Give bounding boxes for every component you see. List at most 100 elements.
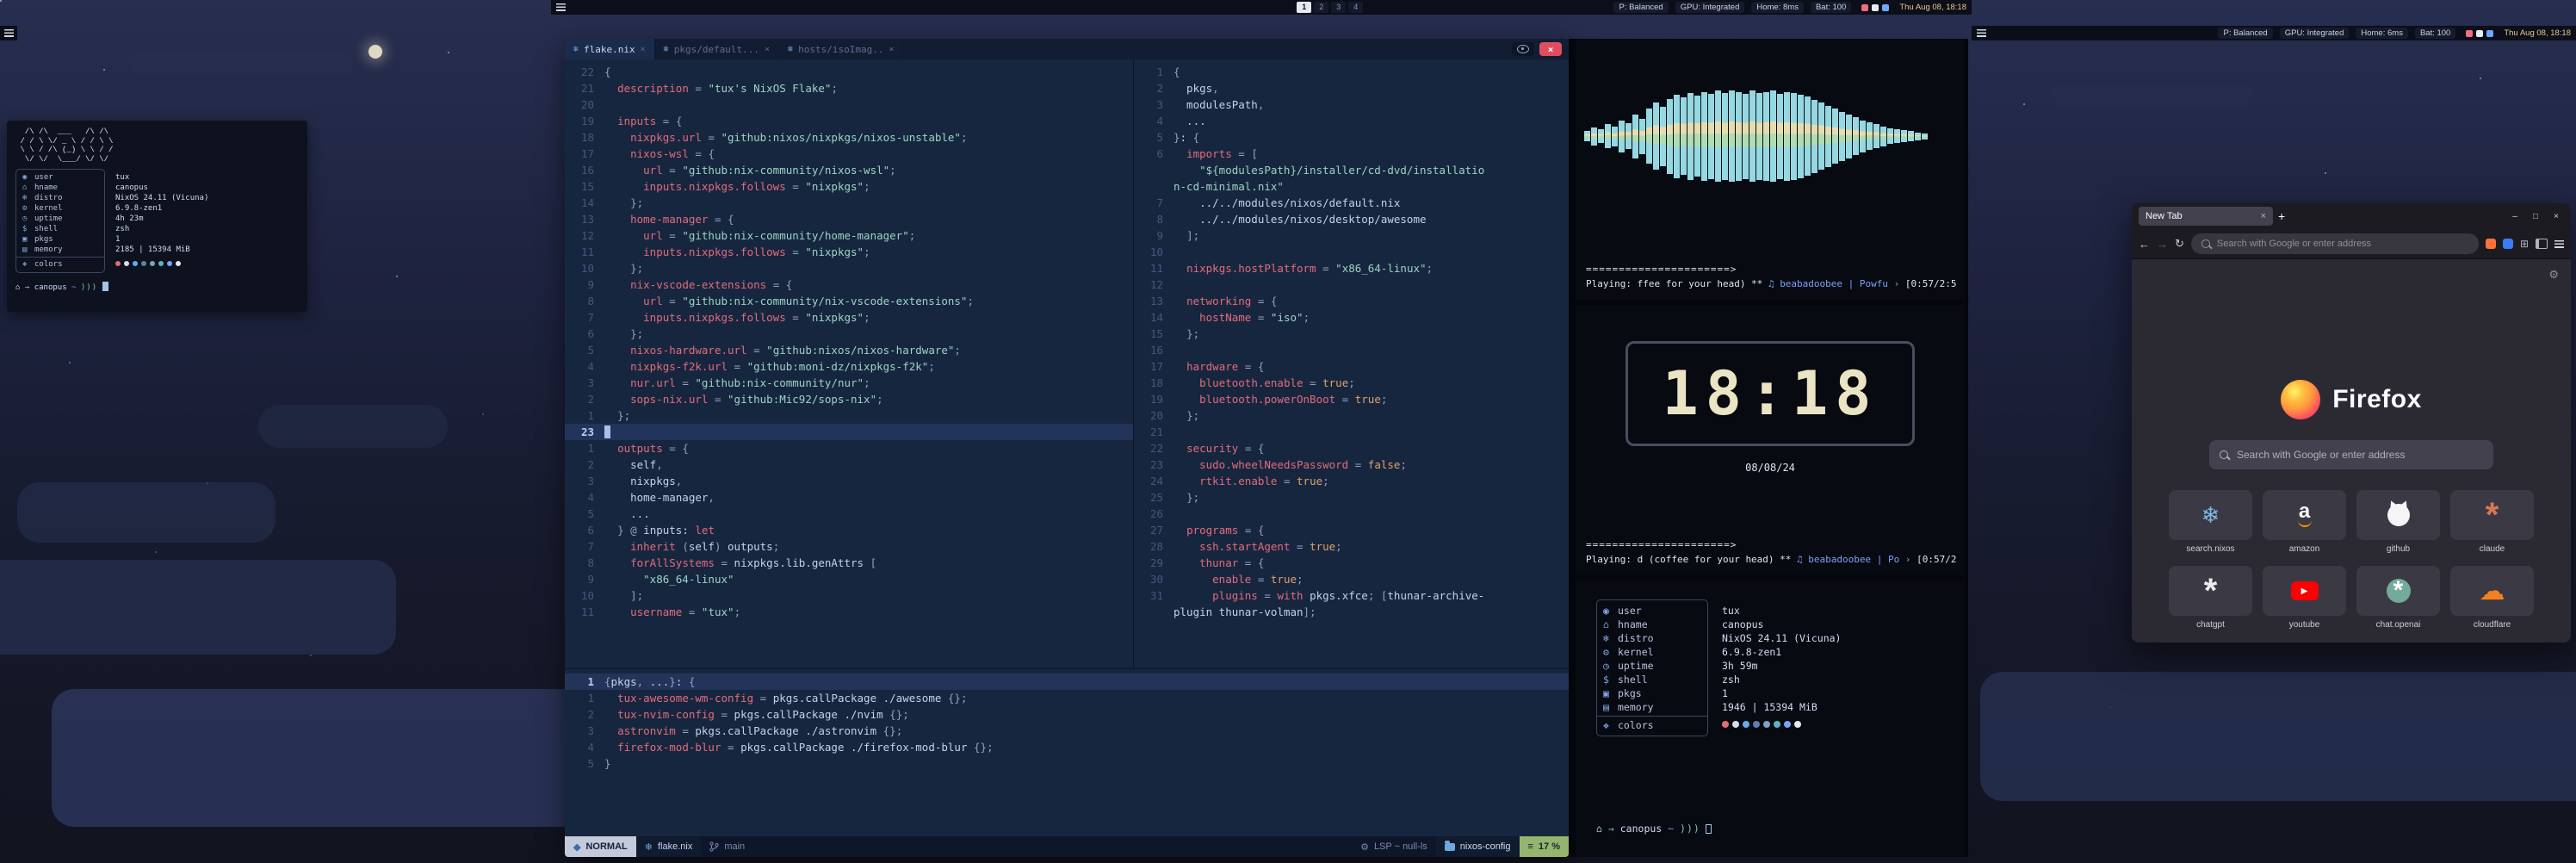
code-line: 27 programs = {	[1134, 522, 1569, 538]
tab-close-icon[interactable]: ×	[765, 45, 770, 54]
shortcut-chat-openai[interactable]: chat.openai	[2356, 566, 2440, 630]
line-number: 6	[565, 522, 604, 538]
close-button[interactable]: ×	[2548, 212, 2564, 221]
shortcut-label: chatgpt	[2169, 620, 2252, 630]
window-close-button[interactable]: ×	[1539, 42, 1562, 56]
tray-icon[interactable]	[2476, 30, 2483, 37]
line-number: 20	[1134, 407, 1173, 424]
tab-close-icon[interactable]: ×	[2261, 211, 2266, 221]
minimize-button[interactable]: –	[2507, 212, 2523, 221]
wave-column	[1605, 124, 1611, 148]
code-line: 11 username = "tux";	[565, 604, 1133, 620]
line-number: 18	[1134, 375, 1173, 391]
toggle-visibility-button[interactable]	[1512, 42, 1534, 56]
extensions-puzzle-icon[interactable]: ⊞	[2520, 238, 2529, 250]
line-number: 13	[1134, 293, 1173, 309]
bar-stat: Bat: 100	[2415, 28, 2455, 39]
line-number: 1	[565, 690, 604, 706]
newtab-search-input[interactable]: Search with Google or enter address	[2209, 440, 2493, 469]
personalize-gear-icon[interactable]: ⚙	[2548, 268, 2559, 282]
sidebar-icon[interactable]	[2536, 239, 2548, 249]
line-number: 1	[565, 674, 604, 690]
cursor	[604, 425, 610, 438]
back-button[interactable]: ←	[2139, 238, 2150, 251]
terminal-cursor	[102, 282, 108, 291]
info-row: ◉user	[1597, 604, 1707, 618]
firefox-window: New Tab × + – □ × ← → ↻ Search with Goog…	[2132, 203, 2571, 643]
info-value: canopus	[1722, 618, 1841, 631]
shortcut-chatgpt[interactable]: chatgpt	[2169, 566, 2252, 630]
line-number: 21	[1134, 424, 1173, 440]
menu-icon[interactable]	[4, 29, 14, 37]
line-number: 23	[1134, 456, 1173, 473]
code-line: 9 "x86_64-linux"	[565, 571, 1133, 587]
line-number: 22	[565, 64, 604, 80]
extension-icon[interactable]	[2486, 239, 2496, 249]
color-dot	[167, 261, 172, 266]
line-number: 24	[1134, 473, 1173, 489]
shortcut-amazon[interactable]: amazon	[2263, 490, 2346, 554]
memory-icon: ▤	[1603, 701, 1618, 713]
extension-icon[interactable]	[2503, 239, 2513, 249]
tray-icon[interactable]	[2486, 30, 2493, 37]
shortcut-cloudflare[interactable]: cloudflare	[2450, 566, 2534, 630]
wave-column	[1694, 96, 1700, 177]
workspace-2[interactable]: 2	[1314, 2, 1328, 13]
info-value: tux	[115, 172, 208, 183]
fastfetch-ascii-art: /\ /\ ___ /\ /\ / / \ \/ _ \ / / \ \ \ \…	[15, 127, 299, 164]
code-line: 4 ...	[1134, 113, 1569, 129]
maximize-button[interactable]: □	[2528, 212, 2543, 221]
tray-icon[interactable]	[2466, 30, 2473, 37]
line-number: 25	[1134, 489, 1173, 506]
shortcut-github[interactable]: github	[2356, 490, 2440, 554]
info-value: 1	[115, 234, 208, 245]
code-line: 7 inputs.nixpkgs.follows = "nixpkgs";	[565, 309, 1133, 326]
app-menu-icon[interactable]	[2554, 240, 2564, 248]
wave-column	[1763, 92, 1769, 181]
info-row: ❄distro	[16, 193, 104, 203]
info-row: $shell	[1597, 673, 1707, 686]
shortcut-claude[interactable]: claude	[2450, 490, 2534, 554]
browser-tab-new-tab[interactable]: New Tab ×	[2139, 207, 2273, 226]
tab-close-icon[interactable]: ×	[889, 45, 894, 54]
code-line: 12	[1134, 276, 1569, 293]
shortcut-youtube[interactable]: youtube	[2263, 566, 2346, 630]
line-number: 28	[1134, 538, 1173, 555]
claude-icon	[2486, 506, 2499, 525]
clock-display: 18:18	[1625, 341, 1915, 446]
line-number	[1134, 162, 1173, 178]
separator	[16, 257, 104, 258]
editor-tab-hosts-isoimag-[interactable]: ❄hosts/isoImag..×	[779, 39, 903, 59]
editor-tab-pkgs-default-[interactable]: ❄pkgs/default...×	[655, 39, 779, 59]
new-tab-button[interactable]: +	[2278, 209, 2285, 223]
line-number: 17	[565, 146, 604, 162]
tray-icon[interactable]	[1861, 4, 1868, 11]
fastfetch-info-box: ◉user⌂hname❄distro⚙kernel◷uptime$shell▣p…	[1596, 599, 1708, 736]
shell-prompt: ⌂ → canopus ~ )))	[1596, 823, 1712, 835]
tray-icon[interactable]	[1872, 4, 1879, 11]
line-number: 9	[565, 276, 604, 293]
line-number: 1	[1134, 64, 1173, 80]
tab-close-icon[interactable]: ×	[641, 45, 646, 54]
menu-icon[interactable]	[1977, 29, 1986, 37]
editor-tab-flake-nix[interactable]: ❄flake.nix×	[565, 39, 655, 59]
code-line: 5 ...	[565, 506, 1133, 522]
code-line: 23	[565, 424, 1133, 440]
line-number: 2	[565, 706, 604, 723]
palette-dots	[115, 258, 208, 269]
reload-button[interactable]: ↻	[2175, 237, 2184, 251]
tray-icon[interactable]	[1882, 4, 1889, 11]
info-row: ◷uptime	[16, 214, 104, 224]
memory-icon: ▤	[22, 245, 34, 254]
shortcut-search-nixos[interactable]: search.nixos	[2169, 490, 2252, 554]
info-row: ◷uptime	[1597, 659, 1707, 673]
menu-icon[interactable]	[556, 3, 566, 11]
url-bar[interactable]: Search with Google or enter address	[2191, 233, 2479, 254]
workspace-4[interactable]: 4	[1348, 2, 1363, 13]
color-dot	[124, 261, 129, 266]
workspace-3[interactable]: 3	[1331, 2, 1346, 13]
forward-button[interactable]: →	[2157, 238, 2168, 251]
workspace-1[interactable]: 1	[1297, 2, 1311, 13]
info-value: tux	[1722, 604, 1841, 618]
info-row: ◉user	[16, 172, 104, 183]
